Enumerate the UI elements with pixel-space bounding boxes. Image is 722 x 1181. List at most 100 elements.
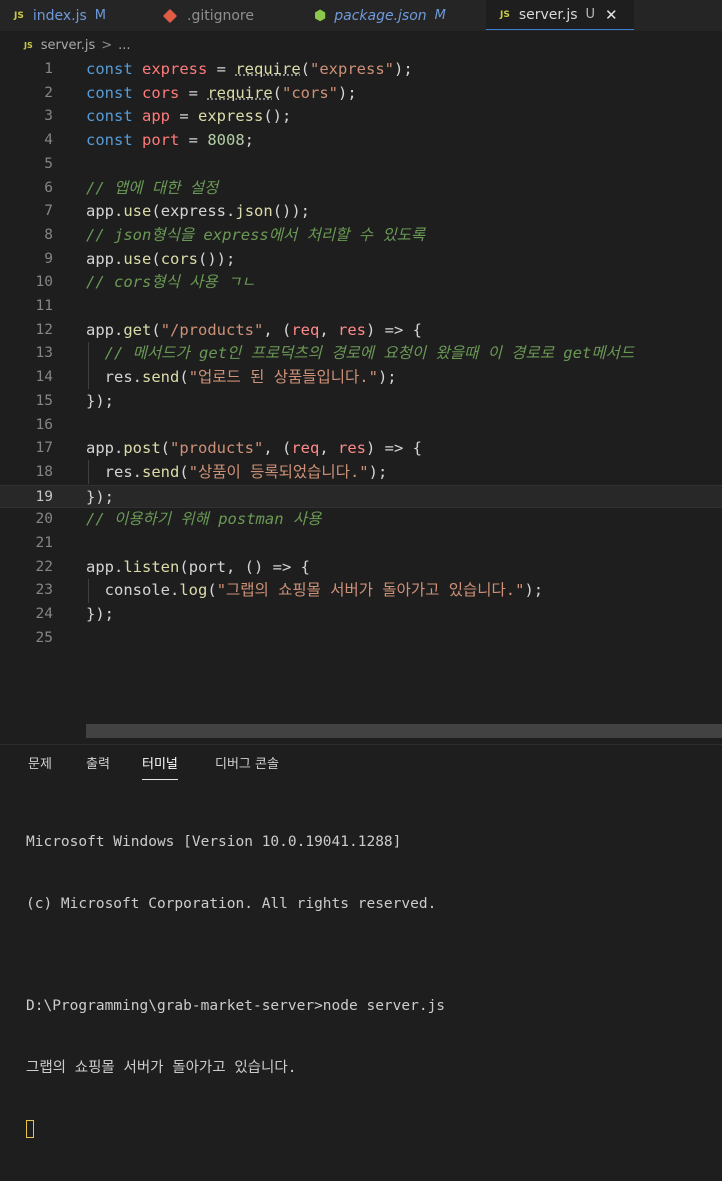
tab-label: .gitignore	[187, 7, 254, 24]
code-line[interactable]: 6 // 앱에 대한 설정	[0, 177, 722, 201]
code-text: app.use(cors());	[86, 249, 236, 268]
code-line[interactable]: 12 app.get("/products", (req, res) => {	[0, 319, 722, 343]
line-number: 6	[44, 179, 53, 196]
code-text: });	[86, 487, 114, 506]
editor-tab-bar: JS index.js M .gitignore ⬢ package.json …	[0, 0, 722, 31]
terminal-cursor	[26, 1120, 34, 1138]
code-line[interactable]: 15});	[0, 390, 722, 414]
terminal-line: Microsoft Windows [Version 10.0.19041.12…	[26, 834, 402, 850]
modified-badge: M	[434, 8, 446, 23]
code-line[interactable]: 17 app.post("products", (req, res) => {	[0, 437, 722, 461]
code-text: app.listen(port, () => {	[86, 557, 311, 576]
line-number: 11	[35, 298, 53, 314]
code-text: // 앱에 대한 설정	[86, 178, 219, 197]
code-line[interactable]: 13 // 메서드가 get인 프로덕츠의 경로에 요청이 왔을때 이 경로로 …	[0, 342, 722, 366]
code-text: // cors형식 사용 ㄱㄴ	[86, 273, 256, 292]
close-icon[interactable]: ✕	[605, 6, 618, 24]
code-line[interactable]: 3 const app = express();	[0, 105, 722, 129]
code-line[interactable]: 21	[0, 532, 722, 556]
code-line[interactable]: 9 app.use(cors());	[0, 248, 722, 272]
line-number: 12	[35, 321, 53, 338]
line-number: 9	[44, 250, 53, 267]
breadcrumb-file[interactable]: server.js	[41, 38, 95, 53]
line-number: 24	[35, 606, 53, 623]
code-line[interactable]: 18 res.send("상품이 등록되었습니다.");	[0, 461, 722, 485]
tab-index-js[interactable]: JS index.js M	[14, 0, 164, 31]
code-line[interactable]: 4 const port = 8008;	[0, 129, 722, 153]
line-number: 25	[35, 629, 53, 646]
line-number: 2	[44, 84, 53, 101]
code-text: res.send("상품이 등록되었습니다.");	[104, 462, 388, 481]
code-text: const express = require("express");	[86, 60, 413, 78]
line-number: 19	[35, 488, 53, 505]
line-number: 15	[35, 392, 53, 409]
code-text: const cors = require("cors");	[86, 83, 357, 102]
terminal-line: 그랩의 쇼핑몰 서버가 돌아가고 있습니다.	[26, 1059, 297, 1076]
tab-package-json[interactable]: ⬢ package.json M	[314, 0, 479, 31]
untracked-badge: U	[585, 7, 596, 22]
breadcrumb-more[interactable]: ...	[118, 38, 130, 53]
code-line[interactable]: 23 console.log("그랩의 쇼핑몰 서버가 돌아가고 있습니다.")…	[0, 579, 722, 603]
code-text: app.get("/products", (req, res) => {	[86, 320, 423, 339]
line-number: 18	[35, 463, 53, 480]
tab-problems[interactable]: 문제	[28, 751, 52, 779]
line-number: 14	[35, 369, 53, 386]
code-line[interactable]: 20 // 이용하기 위해 postman 사용	[0, 508, 722, 532]
line-number: 10	[35, 274, 53, 291]
horizontal-scrollbar[interactable]	[86, 724, 722, 738]
line-number: 1	[44, 61, 53, 77]
line-number: 17	[35, 440, 53, 457]
code-line[interactable]: 8 // json형식을 express에서 처리할 수 있도록	[0, 224, 722, 248]
js-file-icon: JS	[24, 40, 33, 50]
terminal-line: D:\Programming\grab-market-server>node s…	[26, 998, 446, 1014]
code-text: // 메서드가 get인 프로덕츠의 경로에 요청이 왔을때 이 경로로 get…	[104, 344, 635, 363]
code-line[interactable]: 7 app.use(express.json());	[0, 200, 722, 224]
code-text: });	[86, 391, 114, 410]
code-line[interactable]: 10 // cors형식 사용 ㄱㄴ	[0, 271, 722, 295]
tab-server-js[interactable]: JS server.js U ✕	[486, 0, 634, 30]
code-text: app.use(express.json());	[86, 202, 311, 221]
js-file-icon: JS	[14, 10, 24, 21]
line-number: 16	[35, 416, 53, 433]
tab-output[interactable]: 출력	[86, 751, 110, 779]
code-text: app.post("products", (req, res) => {	[86, 439, 423, 458]
code-line[interactable]: 24});	[0, 603, 722, 627]
node-icon: ⬢	[314, 7, 327, 24]
tab-debug-console[interactable]: 디버그 콘솔	[215, 751, 279, 779]
breadcrumb-separator: >	[101, 37, 113, 53]
code-text: console.log("그랩의 쇼핑몰 서버가 돌아가고 있습니다.");	[104, 581, 544, 600]
code-line[interactable]: 22 app.listen(port, () => {	[0, 556, 722, 580]
bottom-panel: 문제 출력 터미널 디버그 콘솔 Microsoft Windows [Vers…	[0, 744, 722, 1138]
code-text: res.send("업로드 된 상품들입니다.");	[104, 368, 397, 387]
line-number: 8	[44, 226, 53, 243]
code-line[interactable]: 1 const express = require("express");	[0, 58, 722, 82]
js-file-icon: JS	[500, 9, 510, 20]
terminal-output[interactable]: Microsoft Windows [Version 10.0.19041.12…	[26, 791, 445, 1181]
modified-badge: M	[94, 8, 106, 23]
code-line[interactable]: 11	[0, 295, 722, 319]
git-icon	[162, 8, 178, 23]
line-number: 23	[35, 582, 53, 599]
line-number: 4	[44, 132, 53, 149]
code-line[interactable]: 2 const cors = require("cors");	[0, 82, 722, 106]
code-text: const port = 8008;	[86, 131, 255, 150]
tab-terminal[interactable]: 터미널	[142, 751, 178, 780]
line-number: 20	[35, 511, 53, 528]
code-line[interactable]: 25	[0, 627, 722, 651]
line-number: 13	[35, 345, 53, 362]
breadcrumb: JS server.js > ...	[24, 35, 131, 55]
tab-label: index.js	[32, 7, 87, 24]
line-number: 21	[35, 535, 53, 551]
line-number: 3	[44, 108, 53, 125]
code-editor[interactable]: 1 const express = require("express"); 2 con…	[0, 58, 722, 662]
tab-gitignore[interactable]: .gitignore	[162, 0, 305, 31]
code-text: // json형식을 express에서 처리할 수 있도록	[86, 225, 426, 244]
code-line[interactable]: 16	[0, 414, 722, 438]
tab-label: server.js	[518, 6, 578, 23]
code-line[interactable]: 14 res.send("업로드 된 상품들입니다.");	[0, 366, 722, 390]
terminal-cursor-line	[26, 1119, 445, 1140]
code-text: const app = express();	[86, 107, 292, 126]
code-line[interactable]: 19});	[0, 484, 722, 509]
line-number: 7	[44, 203, 53, 220]
code-line[interactable]: 5	[0, 153, 722, 177]
